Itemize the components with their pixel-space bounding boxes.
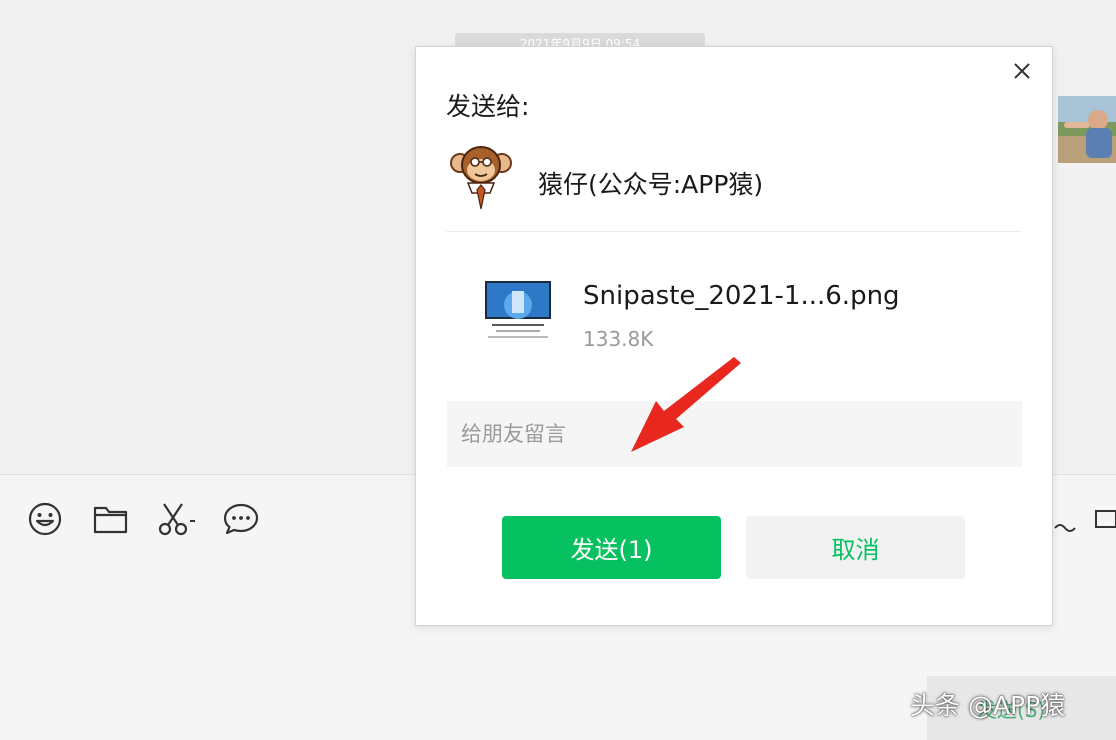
file-size: 133.8K xyxy=(583,327,654,351)
divider xyxy=(446,231,1021,232)
recipient-name: 猿仔(公众号:APP猿) xyxy=(538,170,764,199)
recipient-row: 猿仔(公众号:APP猿) xyxy=(446,143,1026,223)
send-button[interactable]: 发送(1) xyxy=(502,516,721,579)
file-name: Snipaste_2021-1...6.png xyxy=(583,281,900,311)
video-call-icon[interactable] xyxy=(1094,508,1116,530)
watermark-text: 头条 @APP猿 xyxy=(910,691,1066,720)
dialog-title: 发送给: xyxy=(446,92,530,121)
scissors-icon[interactable] xyxy=(156,500,195,538)
cancel-button[interactable]: 取消 xyxy=(746,516,965,579)
mic-icon[interactable] xyxy=(1054,518,1078,538)
message-input[interactable] xyxy=(447,401,1022,467)
folder-icon[interactable] xyxy=(92,500,130,538)
send-to-dialog: 发送给: 猿仔(公众号:APP猿) Snipaste_2021-1...6.pn… xyxy=(415,46,1053,626)
chat-bubble-icon[interactable] xyxy=(222,500,260,538)
image-thumbnail xyxy=(482,275,554,347)
peer-avatar[interactable] xyxy=(1058,96,1116,163)
monkey-avatar-icon xyxy=(446,143,516,215)
file-attachment[interactable]: Snipaste_2021-1...6.png 133.8K xyxy=(482,275,1002,355)
close-icon[interactable] xyxy=(1010,59,1034,83)
emoji-icon[interactable] xyxy=(26,500,64,538)
